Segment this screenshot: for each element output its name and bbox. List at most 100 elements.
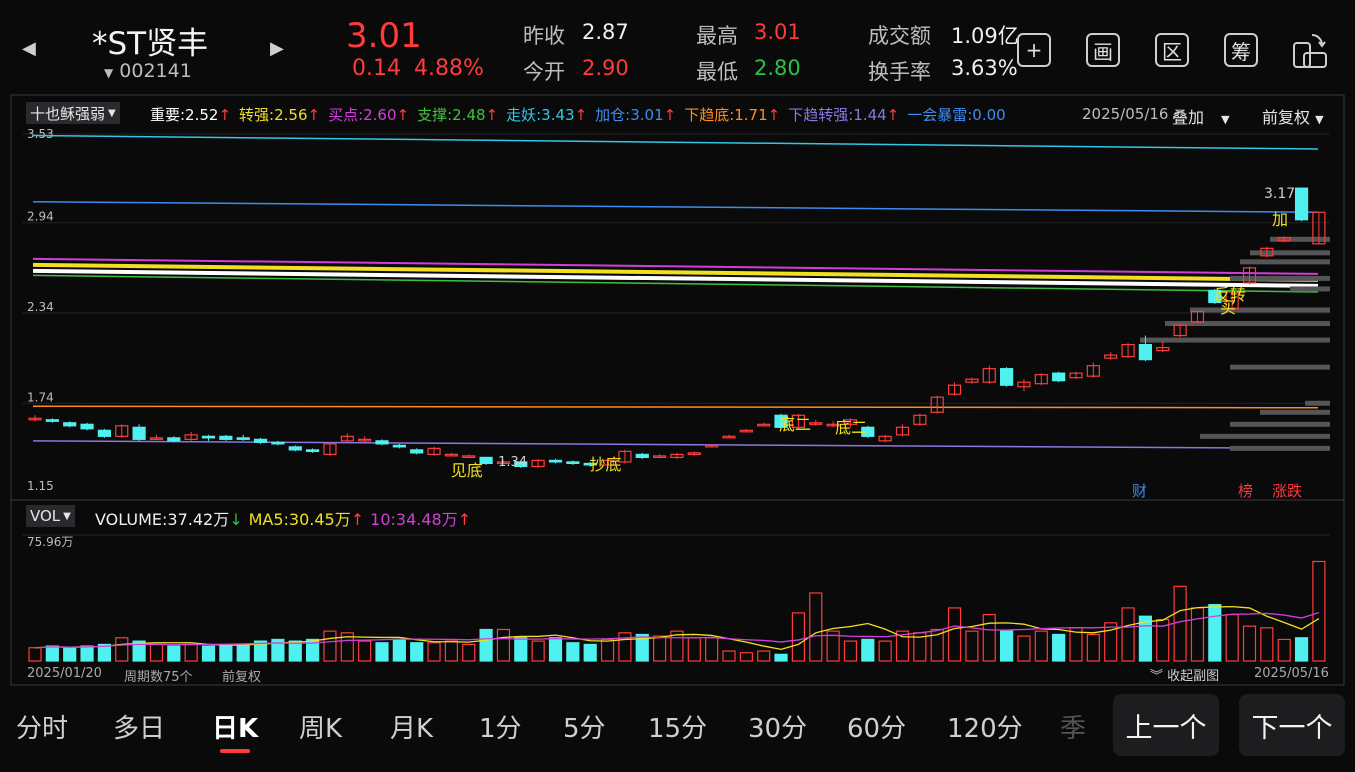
volume-bar bbox=[1017, 635, 1031, 662]
ma5-value: MA5:30.45万 bbox=[248, 510, 351, 529]
price-axis-label: 2.94 bbox=[27, 210, 54, 224]
volume-bar bbox=[809, 592, 823, 662]
add-watchlist-button[interactable]: + bbox=[1017, 33, 1051, 67]
zone-button[interactable]: 区 bbox=[1155, 33, 1189, 67]
volume-bar bbox=[982, 613, 996, 662]
ma10-value: 10:34.48万 bbox=[370, 510, 458, 529]
caret-down-icon: ▼ bbox=[63, 510, 71, 522]
tab-period[interactable]: 季 bbox=[1060, 708, 1086, 745]
indicator-selector[interactable]: 十也稣强弱 ▼ bbox=[26, 102, 120, 124]
tab-period[interactable]: 60分 bbox=[847, 708, 906, 745]
legend-item: 加仓:3.01↑ bbox=[595, 104, 676, 125]
candle-body bbox=[288, 446, 302, 451]
chip-bar bbox=[1230, 364, 1330, 370]
label-jiandi: 见底 bbox=[451, 461, 483, 480]
zone-icon: 区 bbox=[1162, 39, 1182, 64]
volume-ma10-line bbox=[34, 611, 1320, 649]
ma10-arrow: ↑ bbox=[457, 510, 472, 529]
indicator-legend: 重要:2.52↑ 转强:2.56↑ 买点:2.60↑ 支撑:2.48↑ 走妖:3.43↑… bbox=[150, 104, 1006, 125]
line-xiaqudi bbox=[32, 405, 1319, 409]
legend-item-label: 支撑:2.48 bbox=[417, 106, 486, 124]
tab-period[interactable]: 分时 bbox=[16, 708, 68, 745]
collapse-subchart-button[interactable]: ︾ 收起副图 bbox=[1150, 665, 1219, 684]
line-xiaquzhuanqiang bbox=[32, 440, 1319, 450]
open-value: 2.90 bbox=[582, 56, 629, 80]
volume-bar bbox=[739, 652, 753, 662]
legend-item-label: 下趋底:1.71 bbox=[684, 106, 768, 124]
legend-item-arrow: ↑ bbox=[307, 106, 321, 124]
candle-body bbox=[236, 437, 250, 440]
next-button[interactable]: 下一个 bbox=[1239, 694, 1345, 756]
chip-bar bbox=[1200, 433, 1330, 439]
current-price: 3.01 bbox=[346, 16, 422, 56]
label-low-value: 1.34 bbox=[498, 455, 527, 470]
volume-bar bbox=[149, 643, 164, 662]
chip-bar bbox=[1140, 337, 1330, 343]
stock-code-dropdown[interactable]: ▼ 002141 bbox=[104, 60, 192, 82]
tab-period[interactable]: 月K bbox=[390, 708, 433, 745]
legend-item: 下趋底:1.71↑ bbox=[684, 104, 780, 125]
volume-bar bbox=[1242, 625, 1257, 662]
label-jia: 加 bbox=[1272, 210, 1288, 229]
label-dier-1: 底二 bbox=[779, 415, 811, 434]
volume-bar bbox=[548, 637, 563, 662]
candle-body bbox=[1052, 372, 1066, 382]
tab-period[interactable]: 周K bbox=[299, 708, 342, 745]
screen-rotate-icon[interactable] bbox=[1290, 31, 1328, 71]
prev-button[interactable]: 上一个 bbox=[1113, 694, 1219, 756]
tab-period[interactable]: 1分 bbox=[479, 708, 522, 745]
tab-period[interactable]: 15分 bbox=[648, 708, 707, 745]
chip-icon: 筹 bbox=[1231, 39, 1251, 64]
tab-period[interactable]: 30分 bbox=[748, 708, 807, 745]
prev-stock-arrow[interactable]: ◀ bbox=[22, 38, 36, 59]
stock-code: 002141 bbox=[119, 60, 192, 82]
label-zhangdie: 涨跌 bbox=[1272, 482, 1302, 500]
high-value: 3.01 bbox=[754, 20, 801, 44]
volume-bar bbox=[566, 642, 580, 662]
overlay-dropdown[interactable]: 叠加 ▼ bbox=[1172, 104, 1230, 128]
chip-bar bbox=[1260, 409, 1330, 415]
label-chaodi: 抄底 bbox=[590, 455, 622, 474]
candle-body bbox=[566, 461, 580, 465]
caret-down-icon: ▼ bbox=[108, 107, 116, 119]
volume-bar bbox=[288, 640, 302, 662]
amount-value: 1.09亿 bbox=[951, 24, 1019, 48]
volume-bar bbox=[1260, 627, 1274, 662]
volume-arrow: ↓ bbox=[229, 510, 243, 529]
adjust-dropdown[interactable]: 前复权 ▼ bbox=[1262, 104, 1324, 128]
label-cai: 财 bbox=[1132, 482, 1147, 500]
adjust-label: 前复权 bbox=[1262, 108, 1311, 127]
tab-period[interactable]: 多日 bbox=[113, 708, 165, 745]
volume-bar bbox=[1225, 613, 1239, 662]
chip-bar bbox=[1190, 307, 1330, 313]
chip-bar bbox=[1240, 259, 1330, 265]
tab-period[interactable]: 5分 bbox=[563, 708, 606, 745]
volume-bar bbox=[184, 643, 198, 662]
volume-bar bbox=[514, 637, 528, 662]
draw-button[interactable]: 画 bbox=[1086, 33, 1120, 67]
volume-bar bbox=[999, 630, 1014, 662]
price-axis-label: 1.74 bbox=[27, 390, 54, 404]
collapse-icon: ︾ bbox=[1150, 669, 1164, 684]
candle-body bbox=[306, 449, 320, 452]
volume-bar bbox=[1312, 560, 1326, 662]
candle-body bbox=[97, 429, 112, 437]
volume-bar bbox=[427, 642, 441, 662]
volume-bar bbox=[861, 638, 875, 662]
next-stock-arrow[interactable]: ▶ bbox=[270, 38, 284, 59]
volume-bar bbox=[496, 628, 511, 662]
volume-selector[interactable]: VOL ▼ bbox=[26, 505, 75, 527]
prev-label: 上一个 bbox=[1125, 712, 1207, 744]
tab-period[interactable]: 120分 bbox=[947, 708, 1023, 745]
tab-period[interactable]: 日K bbox=[212, 708, 258, 745]
candle-body bbox=[45, 419, 59, 422]
volume-bar bbox=[791, 612, 806, 662]
chip-button[interactable]: 筹 bbox=[1224, 33, 1258, 67]
prev-close-label: 昨收 bbox=[523, 24, 565, 48]
volume-bar bbox=[1277, 638, 1291, 662]
volume-bar bbox=[583, 643, 597, 662]
caret-down-icon: ▼ bbox=[1221, 113, 1230, 126]
volume-bar bbox=[1173, 585, 1187, 662]
chip-bar bbox=[1165, 321, 1330, 327]
legend-item-label: 加仓:3.01 bbox=[595, 106, 664, 124]
